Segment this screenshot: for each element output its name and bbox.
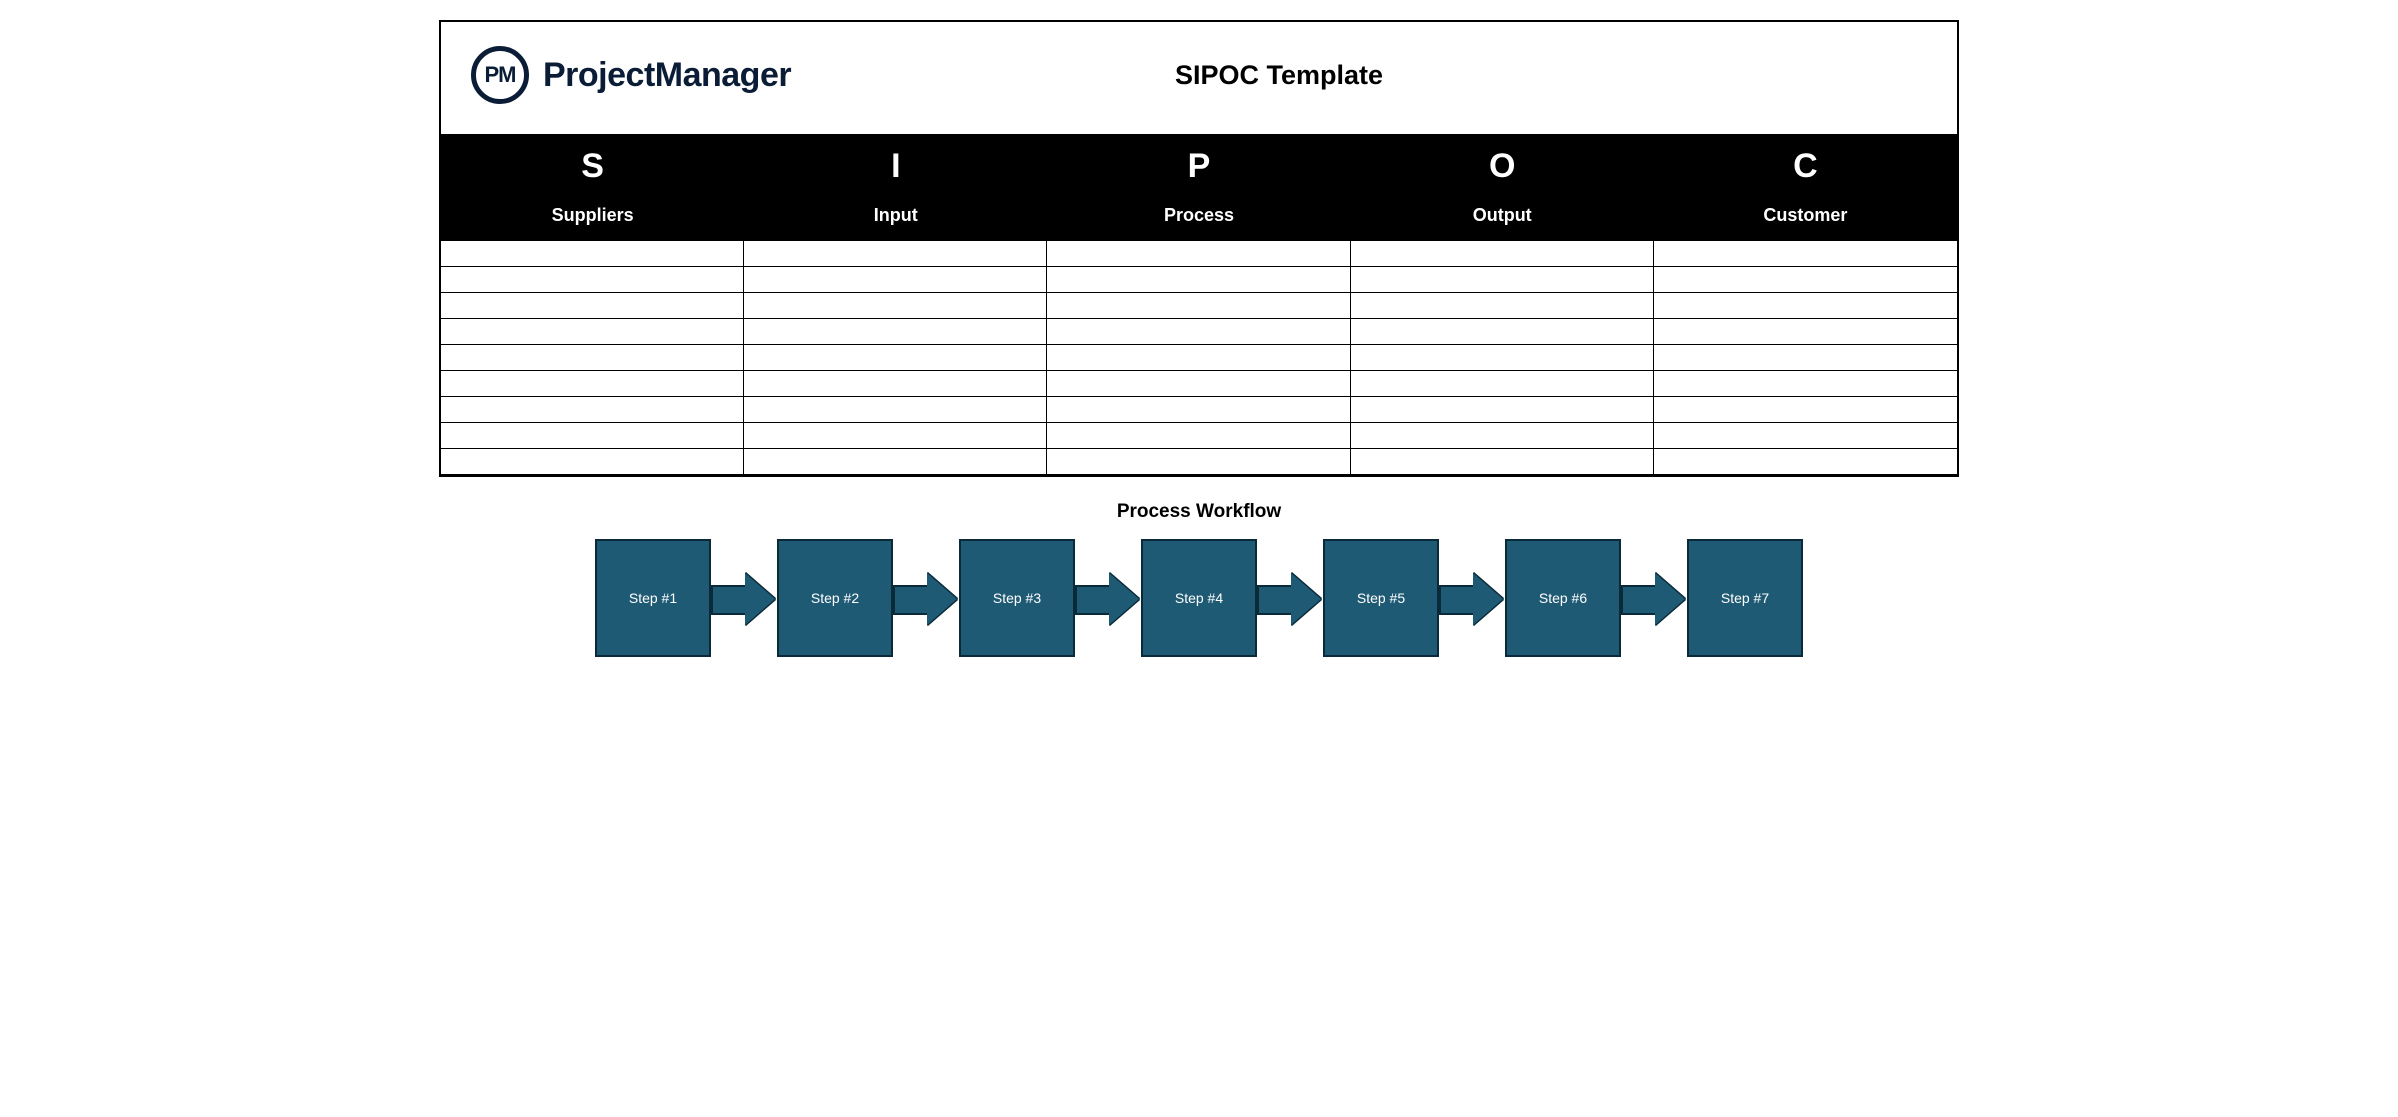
table-cell-suppliers[interactable] [441,293,744,319]
workflow-step-unit: Step #4 [1141,539,1323,657]
sipoc-table-body [441,240,1957,475]
arrow-right-icon [1621,573,1687,623]
table-cell-customer[interactable] [1654,397,1957,423]
table-cell-customer[interactable] [1654,449,1957,475]
table-cell-suppliers[interactable] [441,449,744,475]
col-letter: O [1359,146,1646,187]
table-cell-suppliers[interactable] [441,423,744,449]
table-cell-process[interactable] [1047,423,1350,449]
table-cell-suppliers[interactable] [441,371,744,397]
table-cell-process[interactable] [1047,449,1350,475]
table-cell-input[interactable] [744,267,1047,293]
header-row: PM ProjectManager SIPOC Template [441,22,1957,134]
workflow-title: Process Workflow [439,501,1959,523]
table-cell-output[interactable] [1351,345,1654,371]
workflow-step-unit: Step #7 [1687,539,1803,657]
table-cell-process[interactable] [1047,397,1350,423]
workflow-step-unit: Step #5 [1323,539,1505,657]
col-letter: S [449,146,736,187]
workflow-step-box: Step #4 [1141,539,1257,657]
table-cell-input[interactable] [744,423,1047,449]
table-row [441,241,1957,267]
table-cell-process[interactable] [1047,319,1350,345]
table-cell-customer[interactable] [1654,371,1957,397]
table-row [441,293,1957,319]
table-row [441,345,1957,371]
workflow-step-box: Step #3 [959,539,1075,657]
workflow-step-box: Step #2 [777,539,893,657]
arrow-right-icon [1257,573,1323,623]
table-cell-suppliers[interactable] [441,397,744,423]
col-label: Output [1359,205,1646,226]
arrow-right-icon [1439,573,1505,623]
col-label: Customer [1662,205,1949,226]
table-cell-customer[interactable] [1654,319,1957,345]
col-letter: P [1055,146,1342,187]
workflow-step-unit: Step #6 [1505,539,1687,657]
table-row [441,371,1957,397]
table-cell-process[interactable] [1047,241,1350,267]
table-cell-input[interactable] [744,345,1047,371]
table-cell-output[interactable] [1351,449,1654,475]
table-cell-suppliers[interactable] [441,319,744,345]
col-header-input: I Input [744,134,1047,240]
col-label: Suppliers [449,205,736,226]
table-cell-input[interactable] [744,449,1047,475]
arrow-right-icon [893,573,959,623]
sipoc-template-page: PM ProjectManager SIPOC Template S Suppl… [439,20,1959,477]
table-cell-process[interactable] [1047,293,1350,319]
table-cell-process[interactable] [1047,371,1350,397]
table-cell-customer[interactable] [1654,293,1957,319]
table-cell-output[interactable] [1351,423,1654,449]
workflow-step-box: Step #5 [1323,539,1439,657]
col-label: Input [752,205,1039,226]
arrow-right-icon [711,573,777,623]
table-row [441,423,1957,449]
table-cell-process[interactable] [1047,345,1350,371]
table-row [441,267,1957,293]
table-cell-output[interactable] [1351,241,1654,267]
table-cell-output[interactable] [1351,293,1654,319]
brand-logo-icon: PM [471,46,529,104]
workflow-step-box: Step #1 [595,539,711,657]
workflow-step-unit: Step #2 [777,539,959,657]
table-cell-output[interactable] [1351,371,1654,397]
arrow-right-icon [1075,573,1141,623]
table-cell-customer[interactable] [1654,241,1957,267]
table-cell-customer[interactable] [1654,345,1957,371]
table-row [441,449,1957,475]
col-header-suppliers: S Suppliers [441,134,744,240]
table-row [441,397,1957,423]
table-cell-process[interactable] [1047,267,1350,293]
table-cell-output[interactable] [1351,267,1654,293]
table-cell-customer[interactable] [1654,423,1957,449]
workflow-section: Process Workflow Step #1Step #2Step #3St… [439,501,1959,657]
table-cell-input[interactable] [744,319,1047,345]
table-cell-output[interactable] [1351,397,1654,423]
workflow-step-unit: Step #1 [595,539,777,657]
workflow-step-unit: Step #3 [959,539,1141,657]
col-header-process: P Process [1047,134,1350,240]
table-cell-suppliers[interactable] [441,241,744,267]
col-letter: I [752,146,1039,187]
table-cell-suppliers[interactable] [441,267,744,293]
sipoc-header-row: S Suppliers I Input P Process O Output C… [441,134,1957,240]
table-cell-input[interactable] [744,293,1047,319]
workflow-step-box: Step #7 [1687,539,1803,657]
col-header-output: O Output [1351,134,1654,240]
table-row [441,319,1957,345]
table-cell-input[interactable] [744,241,1047,267]
page-title: SIPOC Template [631,60,1927,91]
workflow-step-box: Step #6 [1505,539,1621,657]
workflow-steps-container: Step #1 Step #2 Step #3 Step #4 Step #5 Step … [439,539,1959,657]
table-cell-customer[interactable] [1654,267,1957,293]
table-cell-suppliers[interactable] [441,345,744,371]
table-cell-input[interactable] [744,397,1047,423]
table-cell-input[interactable] [744,371,1047,397]
col-label: Process [1055,205,1342,226]
col-letter: C [1662,146,1949,187]
col-header-customer: C Customer [1654,134,1957,240]
table-cell-output[interactable] [1351,319,1654,345]
